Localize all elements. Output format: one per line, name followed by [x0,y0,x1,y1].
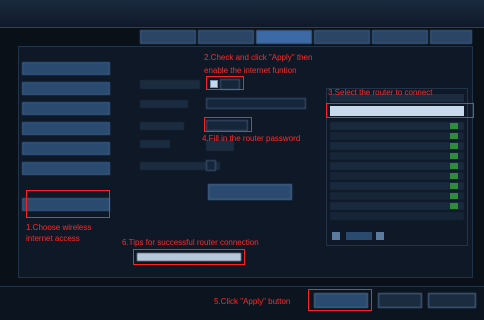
cancel-button[interactable] [428,293,476,308]
signal-icon [450,123,458,129]
next-page-button[interactable] [376,232,384,240]
sidebar-item-2[interactable] [22,82,110,95]
router-row[interactable] [330,162,464,170]
router-row[interactable] [330,132,464,140]
label-enable [140,80,200,89]
status-highlight [133,249,245,265]
router-row[interactable] [330,142,464,150]
tab-2[interactable] [198,30,254,44]
signal-icon [450,203,458,209]
label-ssid [140,100,188,108]
signal-icon [450,163,458,169]
sidebar-item-1[interactable] [22,62,110,75]
tab-5[interactable] [372,30,428,44]
sidebar-item-6[interactable] [22,162,110,175]
tab-4[interactable] [314,30,370,44]
password-highlight [204,117,252,132]
annotation-step2-line2: enable the internet funtion [204,66,297,75]
tab-6[interactable] [430,30,472,44]
signal-icon [450,173,458,179]
annotation-step5: 5.Click "Apply" button [214,297,291,306]
annotation-step4: 4.Fill in the router password [202,134,301,143]
signal-icon [450,143,458,149]
apply-highlight [308,289,372,311]
top-bar [0,0,484,28]
sidebar-item-5[interactable] [22,142,110,155]
wireless-access-highlight [26,190,110,218]
enable-highlight [206,76,244,90]
label-signal [140,140,170,148]
sidebar-item-3[interactable] [22,102,110,115]
annotation-step3: 3.Select the router to connect [328,88,433,97]
ssid-field[interactable] [206,98,306,109]
router-row[interactable] [330,182,464,190]
sidebar-item-4[interactable] [22,122,110,135]
tab-network[interactable] [256,30,312,44]
router-row[interactable] [330,202,464,210]
signal-icon [450,193,458,199]
prev-page-button[interactable] [332,232,340,240]
router-row[interactable] [330,152,464,160]
page-indicator [346,232,372,240]
search-router-button[interactable] [208,184,292,200]
router-row[interactable] [330,172,464,180]
router-row[interactable] [330,212,464,220]
wireless-connection-checkbox[interactable] [206,160,216,171]
signal-icon [450,183,458,189]
router-row[interactable] [330,122,464,130]
router-row[interactable] [330,192,464,200]
annotation-step1: 1.Choose wireless internet access [26,223,92,243]
tab-1[interactable] [140,30,196,44]
label-password [140,122,184,130]
signal-icon [450,133,458,139]
selected-router-highlight [326,103,474,118]
ok-button[interactable] [378,293,422,308]
annotation-step2-line1: 2.Check and click "Apply" then [204,53,313,62]
signal-icon [450,153,458,159]
annotation-step6: 6.Tips for successful router connection [122,238,259,247]
